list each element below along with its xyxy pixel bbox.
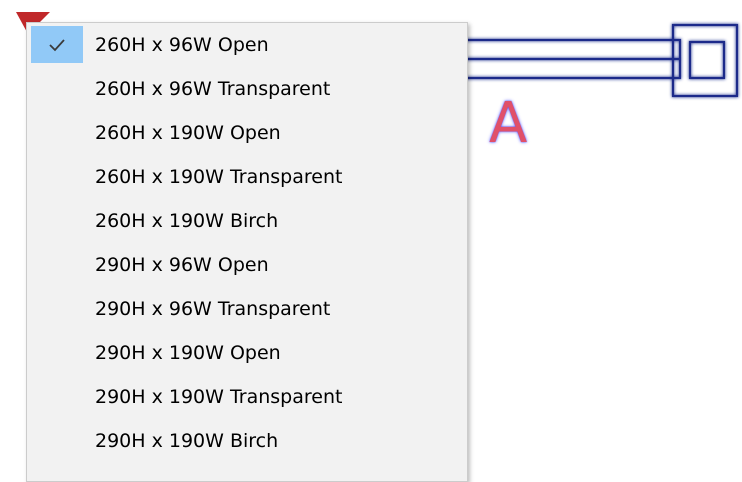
check-slot [31,26,83,63]
check-slot [31,334,83,371]
menu-item-260h-190w-transparent[interactable]: 260H x 190W Transparent [27,155,467,199]
menu-item-290h-190w-birch[interactable]: 290H x 190W Birch [27,419,467,463]
menu-item-label: 290H x 96W Transparent [95,298,331,320]
check-slot [31,246,83,283]
menu-item-label: 260H x 190W Open [95,122,281,144]
menu-item-label: 290H x 190W Birch [95,430,279,452]
menu-item-label: 290H x 96W Open [95,254,269,276]
end-box-inner [688,40,726,80]
end-box-outer [671,23,739,98]
menu-item-label: 290H x 190W Open [95,342,281,364]
check-slot [31,290,83,327]
menu-item-260h-190w-birch[interactable]: 260H x 190W Birch [27,199,467,243]
menu-item-260h-96w-transparent[interactable]: 260H x 96W Transparent [27,67,467,111]
check-slot [31,202,83,239]
checkmark-icon [49,38,65,51]
menu-item-290h-190w-transparent[interactable]: 290H x 190W Transparent [27,375,467,419]
menu-item-label: 260H x 190W Birch [95,210,279,232]
section-label-a: A [489,91,528,156]
size-options-menu: 260H x 96W Open 260H x 96W Transparent 2… [26,22,468,482]
check-slot [31,378,83,415]
menu-item-label: 260H x 190W Transparent [95,166,343,188]
check-slot [31,158,83,195]
menu-item-260h-190w-open[interactable]: 260H x 190W Open [27,111,467,155]
check-slot [31,70,83,107]
menu-item-label: 260H x 96W Transparent [95,78,331,100]
menu-item-label: 290H x 190W Transparent [95,386,343,408]
menu-item-290h-96w-open[interactable]: 290H x 96W Open [27,243,467,287]
menu-item-290h-96w-transparent[interactable]: 290H x 96W Transparent [27,287,467,331]
menu-item-260h-96w-open[interactable]: 260H x 96W Open [27,23,467,67]
menu-item-290h-190w-open[interactable]: 290H x 190W Open [27,331,467,375]
menu-item-label: 260H x 96W Open [95,34,269,56]
check-slot [31,422,83,459]
check-slot [31,114,83,151]
